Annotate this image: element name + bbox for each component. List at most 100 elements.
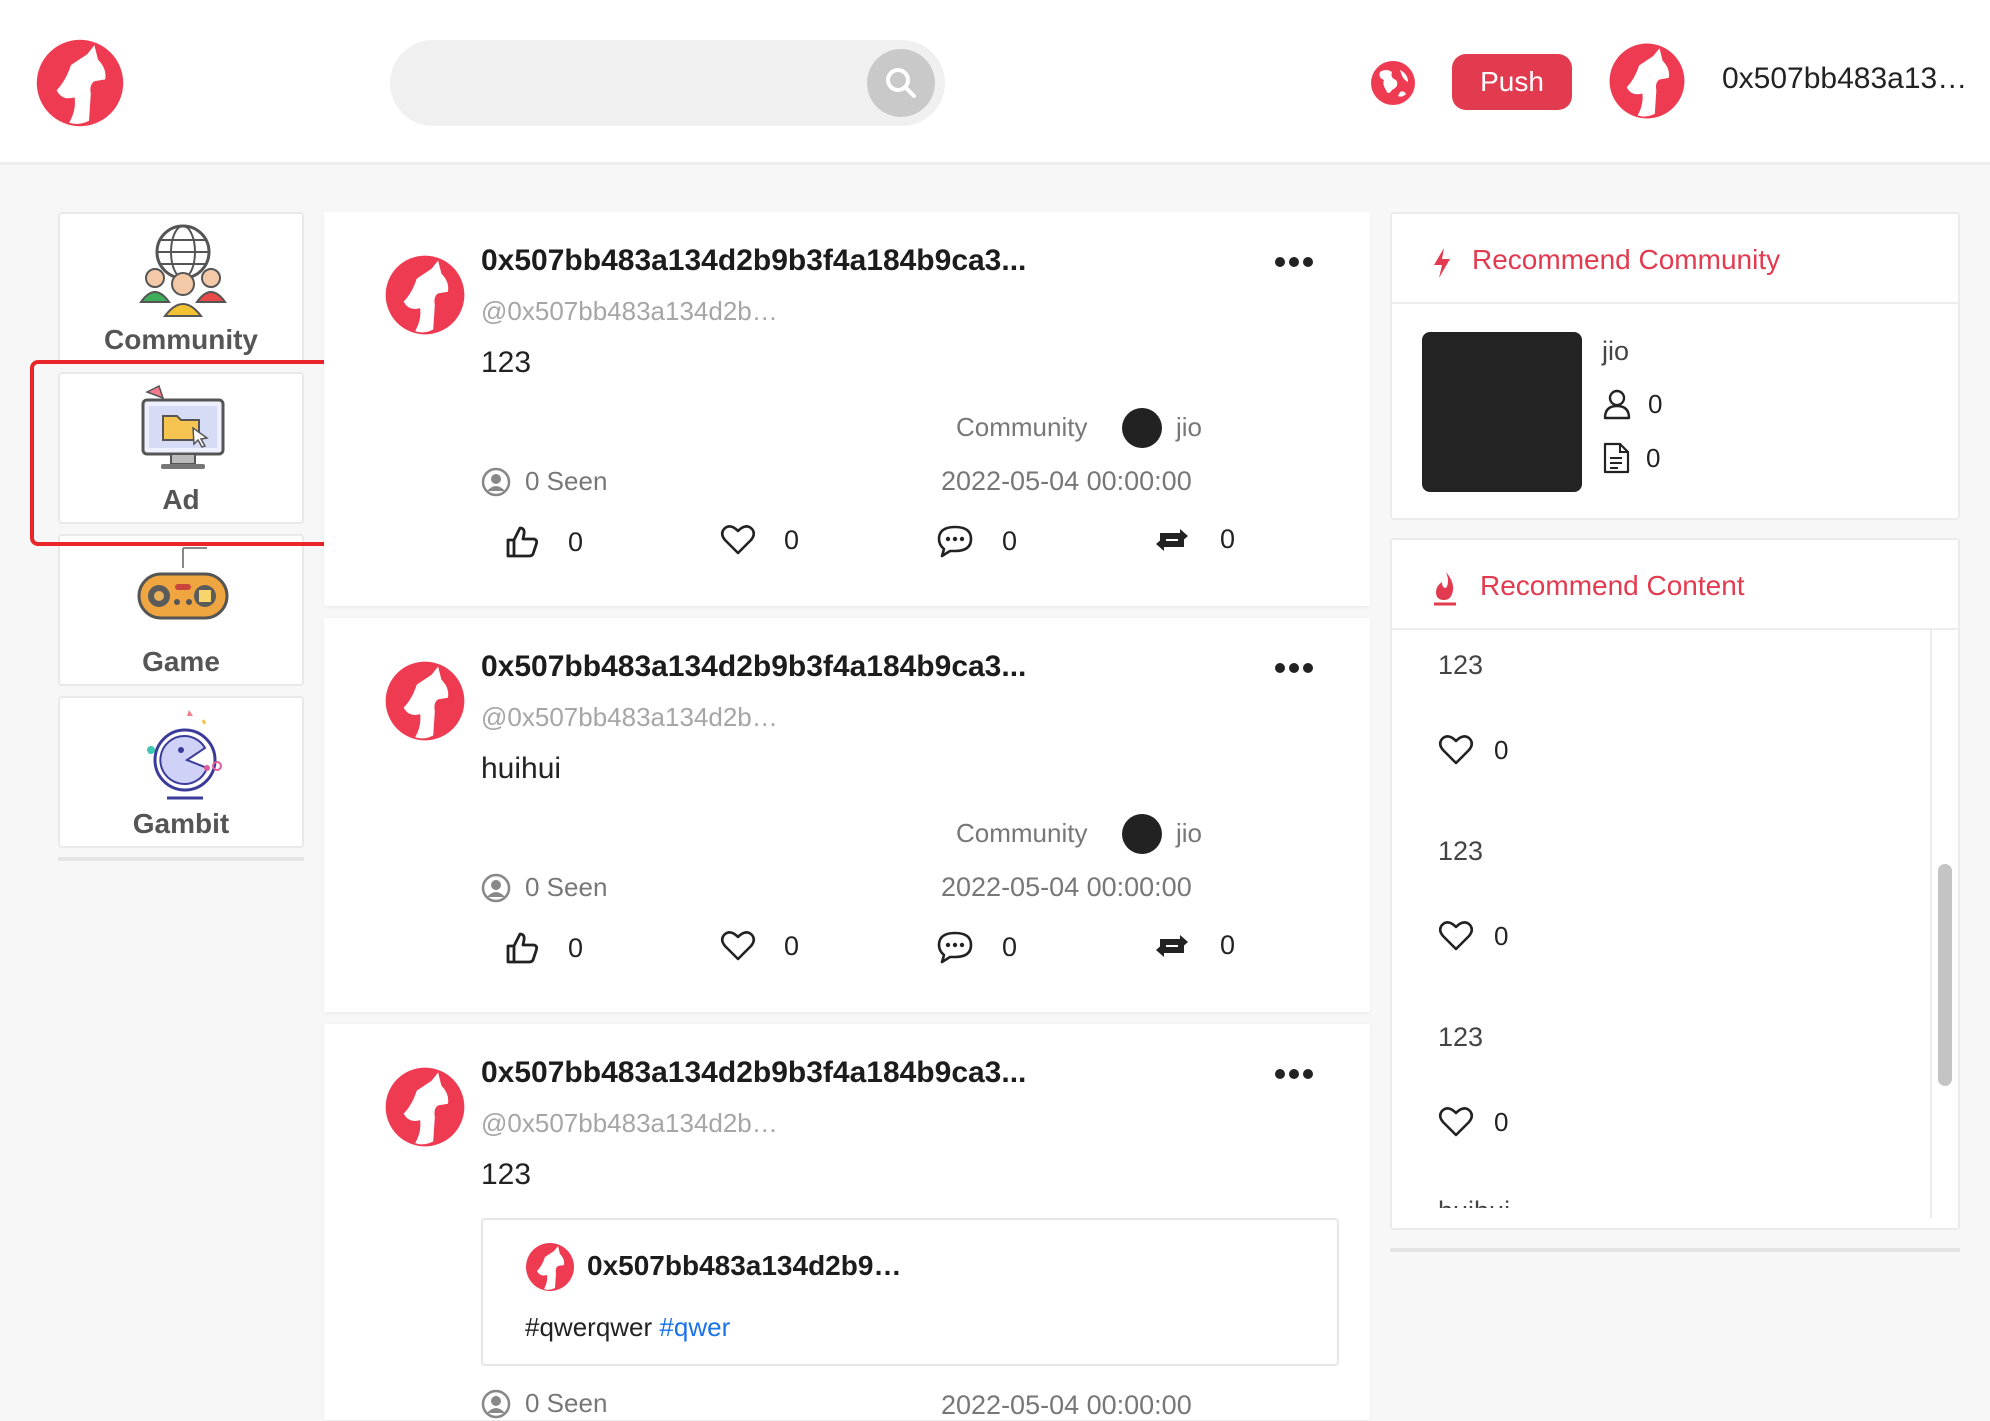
user-address[interactable]: 0x507bb483a134d2b9b3f4a184b9ca3... <box>1722 62 1982 96</box>
community-avatar[interactable] <box>1122 408 1162 448</box>
seen-count: 0 Seen <box>481 1388 607 1419</box>
gamepad-icon <box>137 547 229 620</box>
post-card[interactable]: 0x507bb483a134d2b9b3f4a184b9ca3... @0x50… <box>324 212 1370 606</box>
comment-button[interactable]: 0 <box>936 930 1017 964</box>
post-avatar[interactable] <box>384 254 466 336</box>
repost-button[interactable]: 0 <box>1152 930 1235 961</box>
like-count: 0 <box>568 526 584 557</box>
heart-icon <box>720 525 756 555</box>
content-item-text[interactable]: 123 <box>1438 650 1483 681</box>
post-author-name[interactable]: 0x507bb483a134d2b9b3f4a184b9ca3... <box>481 650 1081 684</box>
heart-icon <box>1438 1107 1474 1137</box>
like-count: 0 <box>1494 920 1509 951</box>
user-circle-icon <box>481 467 511 496</box>
repost-icon <box>1156 528 1188 551</box>
hashtag-link[interactable]: #qwer <box>659 1312 730 1342</box>
nav-item-label: Gambit <box>132 808 230 839</box>
content-item-likes[interactable]: 0 <box>1438 920 1508 952</box>
user-circle-icon <box>481 1389 511 1418</box>
nav-divider <box>58 857 304 861</box>
comment-count: 0 <box>1002 525 1018 556</box>
search-bar[interactable] <box>390 40 945 126</box>
scrollbar-thumb[interactable] <box>1938 864 1952 1086</box>
like-button[interactable]: 0 <box>504 930 583 966</box>
nav-item-label: Community <box>104 324 258 355</box>
post-card[interactable]: 0x507bb483a134d2b9b3f4a184b9ca3... @0x50… <box>324 1024 1370 1420</box>
content-item-text[interactable]: huihui <box>1438 1196 1510 1208</box>
more-options-icon[interactable] <box>1274 662 1314 674</box>
search-input[interactable] <box>420 60 864 108</box>
content-item-text[interactable]: 123 <box>1438 1022 1483 1053</box>
annotation-highlight-box <box>30 360 334 546</box>
seen-text: 0 Seen <box>525 466 608 496</box>
like-count: 0 <box>1494 1106 1509 1137</box>
quoted-post[interactable]: 0x507bb483a134d2b9b3f4a184b9ca3 #qwerqwe… <box>481 1218 1339 1366</box>
repost-count: 0 <box>1220 930 1236 960</box>
content-item-likes[interactable]: 0 <box>1438 1106 1508 1138</box>
content-item-text[interactable]: 123 <box>1438 836 1483 867</box>
post-card[interactable]: 0x507bb483a134d2b9b3f4a184b9ca3... @0x50… <box>324 618 1370 1012</box>
search-button[interactable] <box>867 49 935 117</box>
post-content: 123 <box>481 1158 532 1191</box>
push-button[interactable]: Push <box>1452 54 1572 110</box>
recommend-content-list[interactable]: 123 0 123 0 123 0 huihui <box>1392 628 1932 1208</box>
comment-bubble-icon <box>937 525 973 558</box>
search-icon <box>886 68 916 98</box>
quoted-post-text: #qwerqwer #qwer <box>525 1312 730 1343</box>
seen-text: 0 Seen <box>525 1388 608 1418</box>
post-content: 123 <box>481 346 532 379</box>
nav-item-game[interactable]: Game <box>58 534 304 686</box>
heart-icon <box>1438 735 1474 765</box>
user-avatar[interactable] <box>1608 42 1686 120</box>
post-content: huihui <box>481 752 562 785</box>
app-logo-icon[interactable] <box>35 38 125 128</box>
post-author-handle: @0x507bb483a134d2b9b3f4a184b9ca3 <box>481 296 781 326</box>
community-label: Community <box>956 412 1088 442</box>
nav-item-community[interactable]: Community <box>58 212 304 364</box>
comment-count: 0 <box>1002 931 1018 962</box>
recommend-community-panel: Recommend Community jio 0 0 <box>1390 212 1960 520</box>
post-author-handle: @0x507bb483a134d2b9b3f4a184b9ca3 <box>481 1108 781 1138</box>
post-avatar[interactable] <box>384 660 466 742</box>
quoted-post-author[interactable]: 0x507bb483a134d2b9b3f4a184b9ca3 <box>587 1250 907 1282</box>
community-name[interactable]: jio <box>1176 818 1202 849</box>
top-header: Push 0x507bb483a134d2b9b3f4a184b9ca3... <box>0 0 1990 165</box>
comment-button[interactable]: 0 <box>936 524 1017 558</box>
like-button[interactable]: 0 <box>504 524 583 560</box>
more-options-icon[interactable] <box>1274 1068 1314 1080</box>
community-posts: 0 <box>1602 442 1660 474</box>
favorite-button[interactable]: 0 <box>720 524 799 556</box>
recommend-content-panel: Recommend Content 123 0 123 0 123 0 huih… <box>1390 538 1960 1230</box>
community-avatar[interactable] <box>1122 814 1162 854</box>
community-name[interactable]: jio <box>1602 336 1629 367</box>
gambit-pacman-icon <box>147 710 222 800</box>
post-avatar[interactable] <box>384 1066 466 1148</box>
community-globe-icon <box>139 224 227 317</box>
community-cover-image[interactable] <box>1422 332 1582 492</box>
document-icon <box>1603 442 1630 474</box>
like-count: 0 <box>568 932 584 963</box>
more-options-icon[interactable] <box>1274 256 1314 268</box>
post-author-name[interactable]: 0x507bb483a134d2b9b3f4a184b9ca3... <box>481 1056 1081 1090</box>
post-author-name[interactable]: 0x507bb483a134d2b9b3f4a184b9ca3... <box>481 244 1081 278</box>
quoted-post-avatar[interactable] <box>525 1242 575 1292</box>
favorite-button[interactable]: 0 <box>720 930 799 962</box>
community-name[interactable]: jio <box>1176 412 1202 443</box>
repost-count: 0 <box>1220 524 1236 554</box>
community-label: Community <box>956 818 1088 848</box>
language-globe-icon[interactable] <box>1370 60 1416 106</box>
nav-item-gambit[interactable]: Gambit <box>58 696 304 848</box>
thumbs-up-icon <box>506 526 539 558</box>
comment-bubble-icon <box>937 931 973 964</box>
repost-icon <box>1156 934 1188 957</box>
lightning-icon <box>1434 248 1450 278</box>
post-date: 2022-05-04 00:00:00 <box>941 872 1192 902</box>
members-count: 0 <box>1648 388 1663 419</box>
user-outline-icon <box>1603 389 1631 420</box>
seen-count: 0 Seen <box>481 872 607 903</box>
content-item-likes[interactable]: 0 <box>1438 734 1508 766</box>
fire-icon <box>1434 572 1456 606</box>
repost-button[interactable]: 0 <box>1152 524 1235 555</box>
thumbs-up-icon <box>506 932 539 964</box>
like-count: 0 <box>1494 734 1509 765</box>
